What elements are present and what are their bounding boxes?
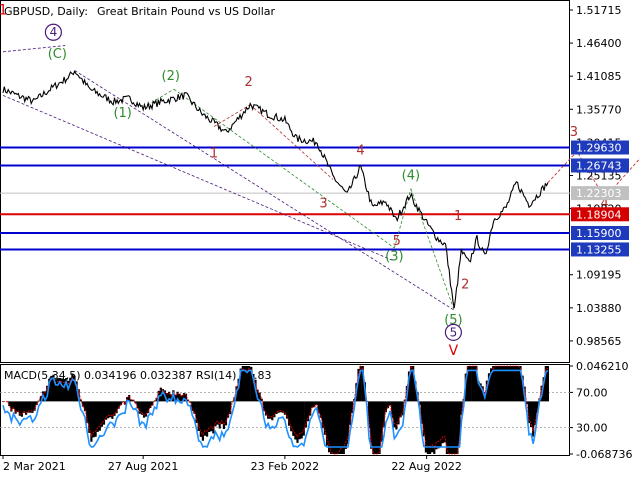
time-tick-label-2: 23 Feb 2022 <box>251 460 319 473</box>
wave-label-6: 2 <box>245 75 253 90</box>
wave-label-8: 4 <box>356 144 364 159</box>
wave-label-7: 3 <box>319 196 327 211</box>
indicator-tick-label-0: 0.046210 <box>576 360 629 373</box>
wave-label-5: 1 <box>210 147 218 162</box>
price-tick-label-8: 0.98565 <box>576 335 622 348</box>
time-tick-label-0: 2 Mar 2021 <box>3 460 66 473</box>
wave-label-12: 1 <box>454 209 462 224</box>
symbol-description: Great Britain Pound vs US Dollar <box>97 5 276 18</box>
price-tick-label-2: 1.41085 <box>576 70 622 83</box>
wave-label-2: (C) <box>48 47 67 62</box>
level-price-label-4: 1.13255 <box>576 243 622 256</box>
indicator-readout: MACD(5,34,5) 0.034196 0.032387 RSI(14) 6… <box>4 369 271 382</box>
wave-label-1: 4 <box>50 25 58 39</box>
chart-window: GBPUSD, Daily: Great Britain Pound vs US… <box>0 0 640 480</box>
level-price-label-3: 1.15900 <box>576 227 622 240</box>
symbol-title: GBPUSD, Daily: <box>4 5 88 18</box>
price-tick-label-6: 1.09195 <box>576 269 622 282</box>
chart-svg: GBPUSD, Daily: Great Britain Pound vs US… <box>0 0 640 480</box>
level-price-label-1: 1.26743 <box>576 159 622 172</box>
price-tick-label-7: 1.03880 <box>576 302 622 315</box>
wave-label-3: (1) <box>113 106 131 121</box>
indicator-tick-label-2: 30.00 <box>576 422 608 435</box>
current-price-label: 1.22303 <box>576 187 622 200</box>
wave-label-10: 5 <box>393 234 401 249</box>
wave-label-15: 5 <box>450 325 458 339</box>
wave-label-0: 1 <box>0 2 7 18</box>
wave-label-11: (3) <box>385 249 403 264</box>
wave-label-4: (2) <box>162 69 180 84</box>
price-tick-label-0: 1.51715 <box>576 4 622 17</box>
indicator-tick-label-1: 70.00 <box>576 386 608 399</box>
wave-label-9: (4) <box>402 168 420 183</box>
time-tick-label-3: 22 Aug 2022 <box>391 460 461 473</box>
price-tick-label-1: 1.46400 <box>576 37 622 50</box>
price-tick-label-3: 1.35770 <box>576 103 622 116</box>
time-tick-label-1: 27 Aug 2021 <box>108 460 178 473</box>
level-price-label-0: 1.29630 <box>576 142 622 155</box>
indicator-tick-label-3: -0.068736 <box>576 448 632 461</box>
level-price-label-2: 1.18904 <box>576 208 622 221</box>
wave-label-13: 2 <box>461 277 469 292</box>
wave-label-16: V <box>449 343 459 359</box>
